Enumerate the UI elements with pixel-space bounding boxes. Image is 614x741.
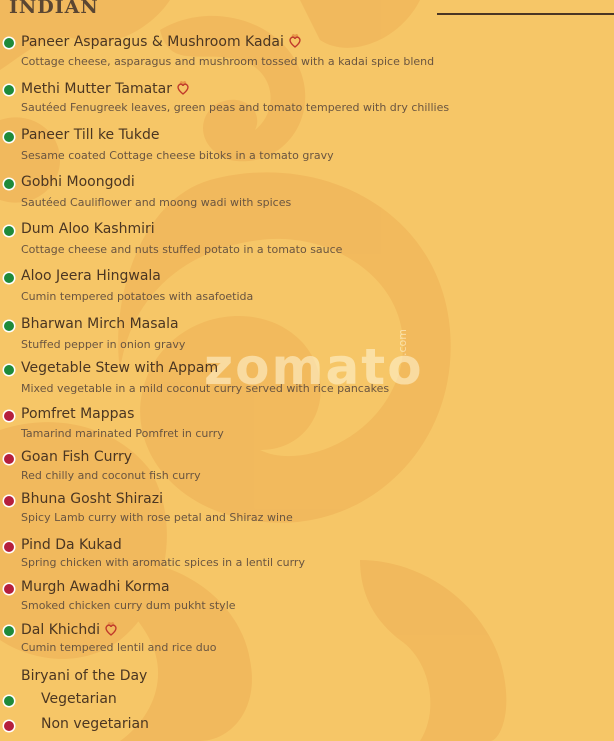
nonveg-indicator-icon xyxy=(4,721,14,731)
menu-item-name: Pind Da Kukad xyxy=(21,537,122,553)
menu-item-name-text: Dum Aloo Kashmiri xyxy=(21,221,155,237)
veg-indicator-icon xyxy=(4,273,14,283)
menu-item-description: Sesame coated Cottage cheese bitoks in a… xyxy=(21,149,334,162)
nonveg-indicator-icon xyxy=(4,496,14,506)
veg-indicator-icon xyxy=(4,38,14,48)
menu-item-name-text: Paneer Asparagus & Mushroom Kadai xyxy=(21,34,284,50)
chef-special-icon xyxy=(105,621,117,636)
veg-indicator-icon xyxy=(4,365,14,375)
veg-indicator-icon xyxy=(4,321,14,331)
menu-item-name: Dum Aloo Kashmiri xyxy=(21,221,155,237)
menu-item-name-text: Dal Khichdi xyxy=(21,622,100,638)
chef-special-icon xyxy=(177,80,189,95)
veg-indicator-icon xyxy=(4,626,14,636)
menu-item-name-text: Vegetable Stew with Appam xyxy=(21,360,219,376)
menu-item-name-text: Goan Fish Curry xyxy=(21,449,133,465)
nonveg-indicator-icon xyxy=(4,411,14,421)
menu-item-description: Mixed vegetable in a mild coconut curry … xyxy=(21,382,390,395)
menu-item-description: Stuffed pepper in onion gravy xyxy=(21,338,186,351)
veg-indicator-icon xyxy=(4,85,14,95)
nonveg-indicator-icon xyxy=(4,542,14,552)
section-title: INDIAN xyxy=(9,0,99,18)
menu-item-name-text: Aloo Jeera Hingwala xyxy=(21,268,161,284)
menu-item-description: Sautéed Cauliflower and moong wadi with … xyxy=(21,196,292,209)
biryani-option-label: Vegetarian xyxy=(41,691,117,707)
menu-item-description: Cumin tempered potatoes with asafoetida xyxy=(21,290,254,303)
veg-indicator-icon xyxy=(4,696,14,706)
menu-item-name-text: Bhuna Gosht Shirazi xyxy=(21,491,163,507)
menu-item-description: Cumin tempered lentil and rice duo xyxy=(21,641,217,654)
menu-item-name: Pomfret Mappas xyxy=(21,406,134,422)
biryani-option-label: Non vegetarian xyxy=(41,716,149,732)
chef-special-icon xyxy=(289,33,301,48)
nonveg-indicator-icon xyxy=(4,584,14,594)
veg-indicator-icon xyxy=(4,179,14,189)
nonveg-indicator-icon xyxy=(4,454,14,464)
menu-item-name: Goan Fish Curry xyxy=(21,449,132,465)
menu-item-name: Murgh Awadhi Korma xyxy=(21,579,170,595)
menu-item-name: Vegetable Stew with Appam xyxy=(21,360,218,376)
menu-item-name-text: Pomfret Mappas xyxy=(21,406,135,422)
menu-item-name-text: Pind Da Kukad xyxy=(21,537,122,553)
menu-item-name: Paneer Till ke Tukde xyxy=(21,127,160,143)
menu-item-description: Spicy Lamb curry with rose petal and Shi… xyxy=(21,511,293,524)
menu-item-name: Aloo Jeera Hingwala xyxy=(21,268,161,284)
menu-item-name: Methi Mutter Tamatar xyxy=(21,80,190,97)
menu-item-description: Sautéed Fenugreek leaves, green peas and… xyxy=(21,101,450,114)
menu-item-description: Cottage cheese and nuts stuffed potato i… xyxy=(21,243,343,256)
menu-item-description: Spring chicken with aromatic spices in a… xyxy=(21,556,305,569)
menu-item-name-text: Gobhi Moongodi xyxy=(21,174,135,190)
menu-item-name-text: Paneer Till ke Tukde xyxy=(21,127,160,143)
menu-item-name-text: Murgh Awadhi Korma xyxy=(21,579,170,595)
menu-item-name: Dal Khichdi xyxy=(21,621,118,638)
menu-item-name: Bhuna Gosht Shirazi xyxy=(21,491,163,507)
menu-item-name: Paneer Asparagus & Mushroom Kadai xyxy=(21,33,302,50)
menu-item-name: Bharwan Mirch Masala xyxy=(21,316,179,332)
biryani-title: Biryani of the Day xyxy=(21,668,148,684)
menu-item-description: Tamarind marinated Pomfret in curry xyxy=(21,427,224,440)
section-divider xyxy=(437,13,614,15)
menu-item-name-text: Methi Mutter Tamatar xyxy=(21,81,172,97)
menu-item-description: Cottage cheese, asparagus and mushroom t… xyxy=(21,55,435,68)
veg-indicator-icon xyxy=(4,226,14,236)
menu-item-name: Gobhi Moongodi xyxy=(21,174,135,190)
menu-item-description: Red chilly and coconut fish curry xyxy=(21,469,201,482)
zomato-watermark-tld: .com xyxy=(396,329,409,356)
menu-item-name-text: Bharwan Mirch Masala xyxy=(21,316,179,332)
menu-item-description: Smoked chicken curry dum pukht style xyxy=(21,599,236,612)
veg-indicator-icon xyxy=(4,132,14,142)
